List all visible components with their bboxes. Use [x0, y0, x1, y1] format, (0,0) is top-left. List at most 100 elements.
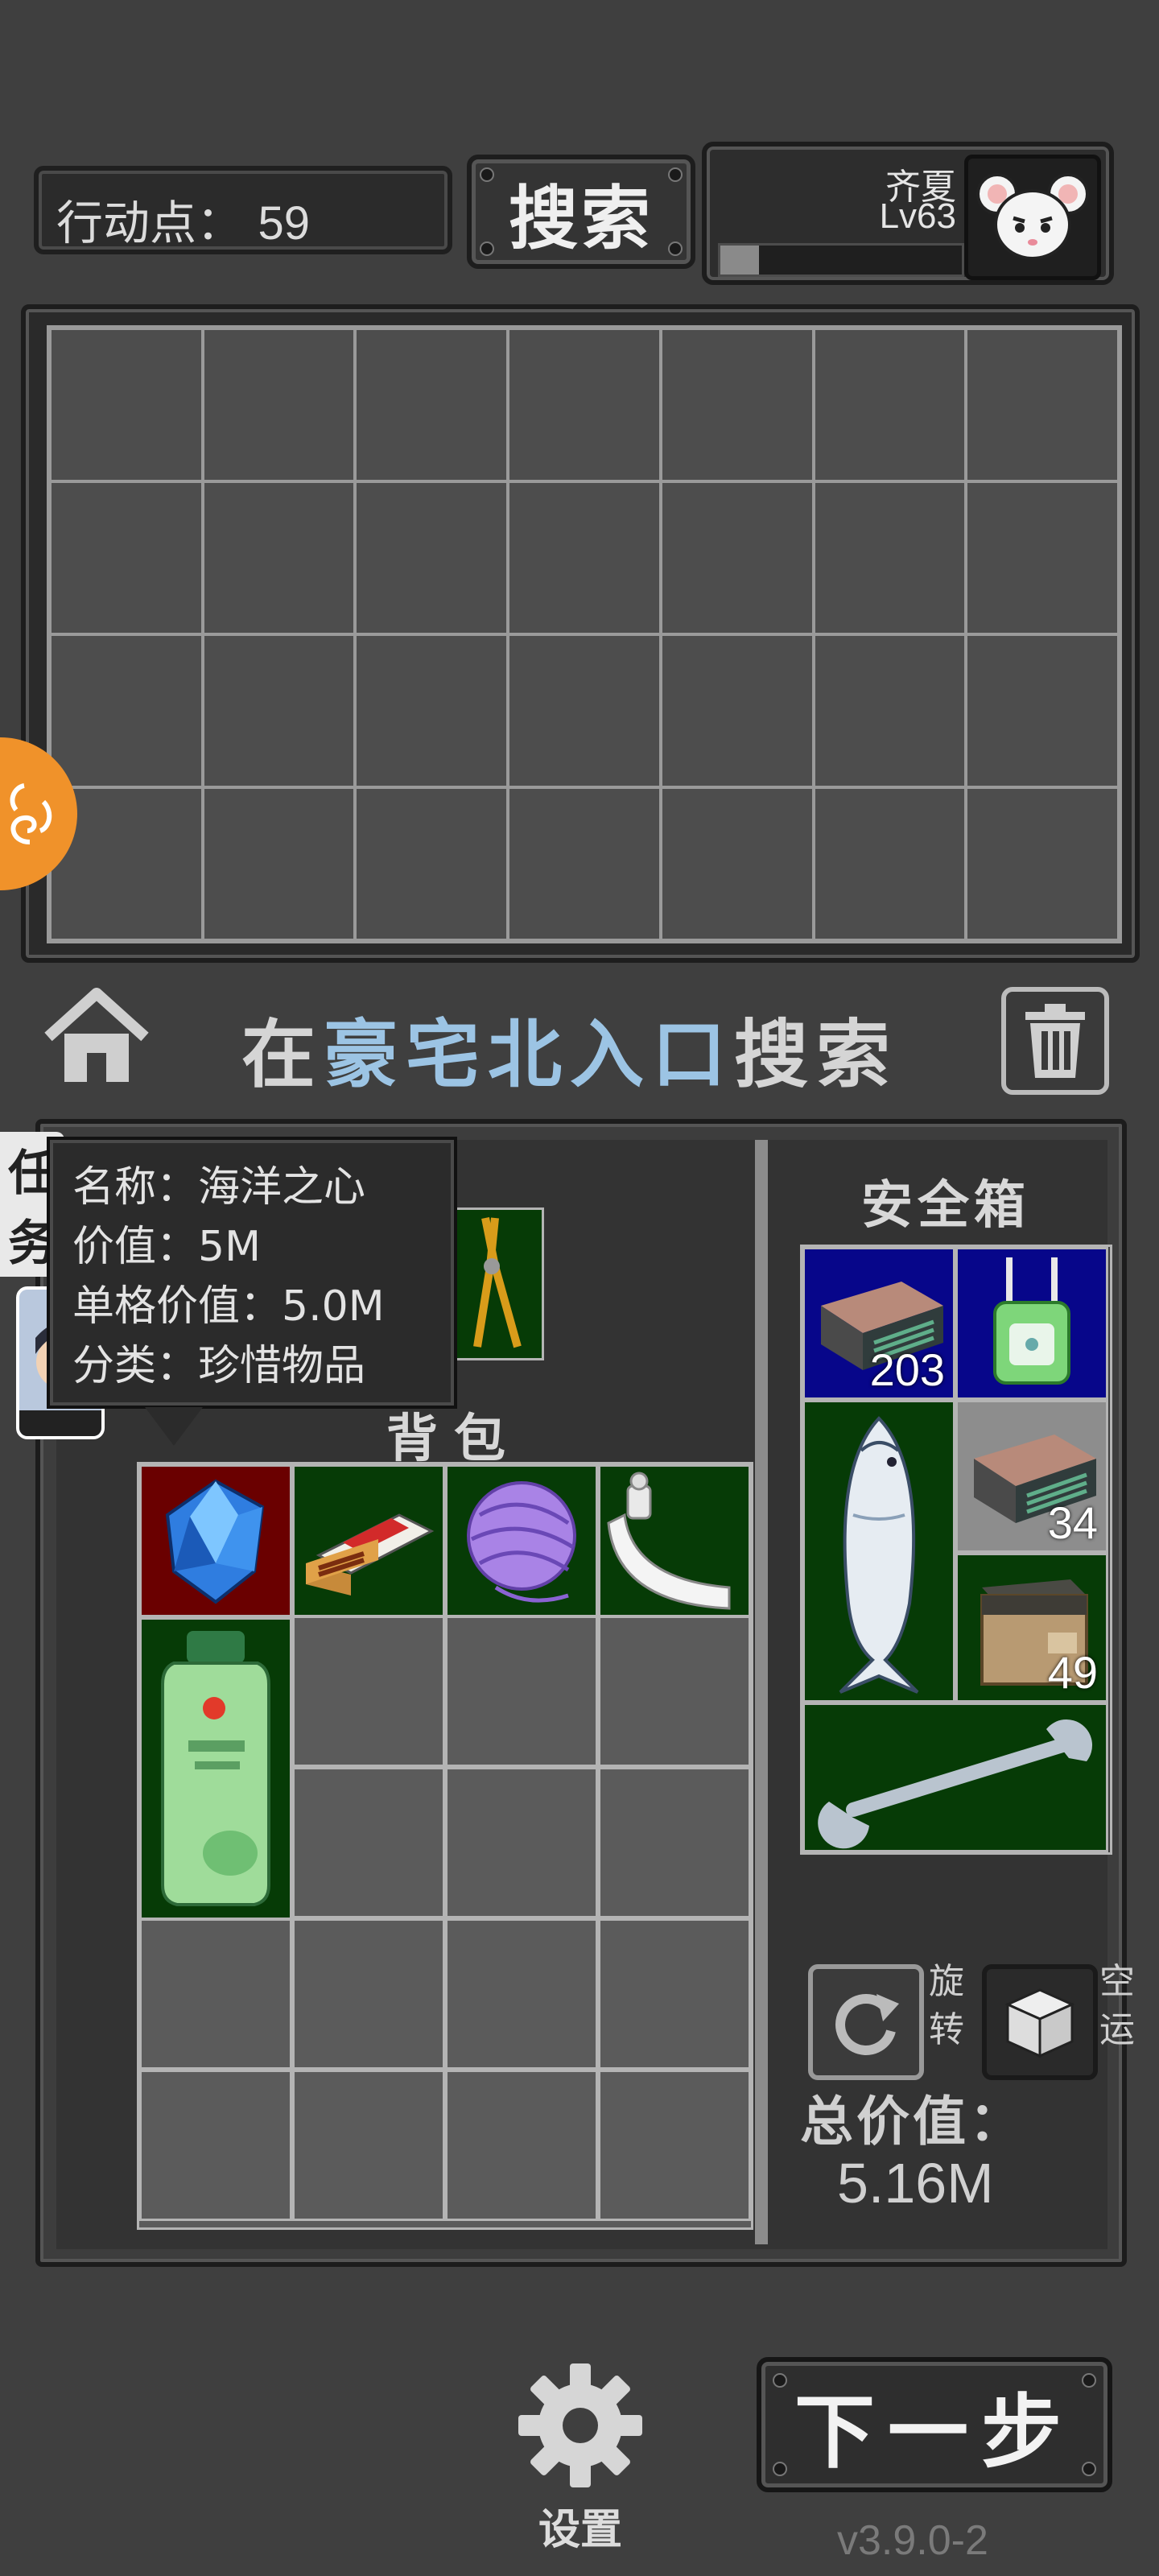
search-slot[interactable]: [508, 481, 661, 634]
home-icon: [44, 988, 149, 1082]
search-slot[interactable]: [813, 787, 967, 940]
tooltip-value-line: 价值：5M: [72, 1217, 454, 1277]
search-slot[interactable]: [50, 481, 203, 634]
search-slot[interactable]: [355, 328, 509, 481]
safe-item[interactable]: [955, 1247, 1108, 1400]
home-button[interactable]: [40, 985, 153, 1090]
inventory-item[interactable]: [139, 1617, 292, 1920]
search-slot[interactable]: [660, 787, 814, 940]
search-slot[interactable]: [966, 481, 1119, 634]
tooltip-label: 价值：: [72, 1223, 199, 1271]
search-slot[interactable]: [660, 634, 814, 787]
search-area-panel: [21, 304, 1140, 963]
search-slot[interactable]: [202, 328, 356, 481]
search-slot[interactable]: [355, 634, 509, 787]
backpack-slot[interactable]: [598, 2070, 751, 2221]
backpack-slot[interactable]: [598, 1767, 751, 1918]
settings-label: 设置: [538, 2506, 622, 2554]
screw-icon: [773, 2462, 787, 2476]
action-points-value: 59: [258, 197, 310, 250]
next-step-button[interactable]: 下一步: [757, 2357, 1112, 2492]
safe-item[interactable]: 203: [802, 1247, 955, 1400]
inventory-item[interactable]: [445, 1464, 598, 1617]
search-slot[interactable]: [202, 787, 356, 940]
search-slot[interactable]: [508, 787, 661, 940]
search-slot[interactable]: [813, 481, 967, 634]
backpack-slot[interactable]: [445, 1616, 598, 1767]
item-count: 34: [1047, 1497, 1098, 1548]
mouse-avatar-icon: [976, 173, 1089, 260]
search-slot[interactable]: [966, 787, 1119, 940]
safe-item[interactable]: 34: [955, 1400, 1108, 1553]
airdrop-button[interactable]: [982, 1964, 1098, 2080]
rotate-label: 旋转: [929, 1961, 964, 2050]
player-card[interactable]: 齐夏 Lv63: [702, 142, 1114, 285]
inventory-item[interactable]: [292, 1464, 445, 1617]
backpack-slot[interactable]: [139, 2070, 292, 2221]
backpack-slot[interactable]: [445, 1918, 598, 2070]
search-button[interactable]: 搜索: [467, 155, 695, 269]
shampoo-bottle-icon: [161, 1631, 270, 1906]
rotate-button[interactable]: [808, 1964, 924, 2080]
wrench-icon: [818, 1719, 1093, 1849]
settings-button[interactable]: 设置: [512, 2357, 649, 2554]
search-slot[interactable]: [202, 481, 356, 634]
search-button-label: 搜索: [509, 178, 654, 259]
backpack-slot[interactable]: [292, 1918, 445, 2070]
location-place: 豪宅北入口: [324, 1012, 735, 1098]
safe-item[interactable]: [802, 1400, 955, 1703]
search-slot[interactable]: [966, 634, 1119, 787]
pliers-item[interactable]: [443, 1208, 544, 1360]
search-slot[interactable]: [813, 328, 967, 481]
toothpaste-tube-icon: [607, 1472, 731, 1610]
search-slot[interactable]: [355, 481, 509, 634]
screw-icon: [668, 167, 683, 182]
search-slot[interactable]: [50, 328, 203, 481]
location-suffix: 搜索: [734, 1012, 899, 1098]
fish-icon: [839, 1416, 919, 1694]
safe-item[interactable]: [802, 1703, 1108, 1852]
search-slot[interactable]: [50, 634, 203, 787]
gear-icon: [518, 2363, 642, 2487]
search-slot[interactable]: [355, 787, 509, 940]
xp-bar-fill: [720, 246, 759, 275]
tooltip-value: 海洋之心: [198, 1163, 366, 1212]
action-points-display: 行动点： 59: [34, 166, 452, 254]
backpack-slot[interactable]: [292, 2070, 445, 2221]
backpack-slot[interactable]: [445, 2070, 598, 2221]
total-value-label: 总价值：: [800, 2091, 1025, 2153]
discard-button[interactable]: [1001, 987, 1109, 1095]
backpack-grid[interactable]: [137, 1462, 753, 2230]
package-icon: [1004, 1988, 1075, 2058]
tooltip-category-line: 分类：珍惜物品: [72, 1336, 454, 1396]
item-count: 203: [869, 1344, 945, 1395]
avatar[interactable]: [964, 155, 1101, 280]
backpack-scrollbar-thumb[interactable]: [755, 1140, 768, 2244]
screw-icon: [1082, 2373, 1096, 2388]
tooltip-value: 珍惜物品: [198, 1342, 366, 1390]
search-grid[interactable]: [47, 325, 1122, 943]
search-slot[interactable]: [660, 328, 814, 481]
tooltip-unit-value-line: 单格价值：5.0M: [72, 1277, 454, 1336]
tooltip-pointer: [145, 1407, 203, 1446]
player-level: Lv63: [879, 196, 956, 236]
search-slot[interactable]: [813, 634, 967, 787]
search-slot[interactable]: [202, 634, 356, 787]
search-slot[interactable]: [660, 481, 814, 634]
backpack-slot[interactable]: [292, 1767, 445, 1918]
safe-box-grid[interactable]: 203 34 49: [800, 1245, 1112, 1855]
search-slot[interactable]: [508, 634, 661, 787]
matchbox-icon: [306, 1513, 435, 1596]
backpack-slot[interactable]: [598, 1918, 751, 2070]
backpack-slot[interactable]: [292, 1616, 445, 1767]
backpack-slot[interactable]: [445, 1767, 598, 1918]
backpack-slot[interactable]: [598, 1616, 751, 1767]
inventory-item[interactable]: [139, 1464, 292, 1617]
search-slot[interactable]: [966, 328, 1119, 481]
rotate-icon: [835, 1994, 899, 2055]
location-title: 在豪宅北入口搜索: [241, 995, 898, 1102]
search-slot[interactable]: [508, 328, 661, 481]
backpack-slot[interactable]: [139, 1918, 292, 2070]
inventory-item[interactable]: [598, 1464, 751, 1617]
safe-item[interactable]: 49: [955, 1553, 1108, 1703]
